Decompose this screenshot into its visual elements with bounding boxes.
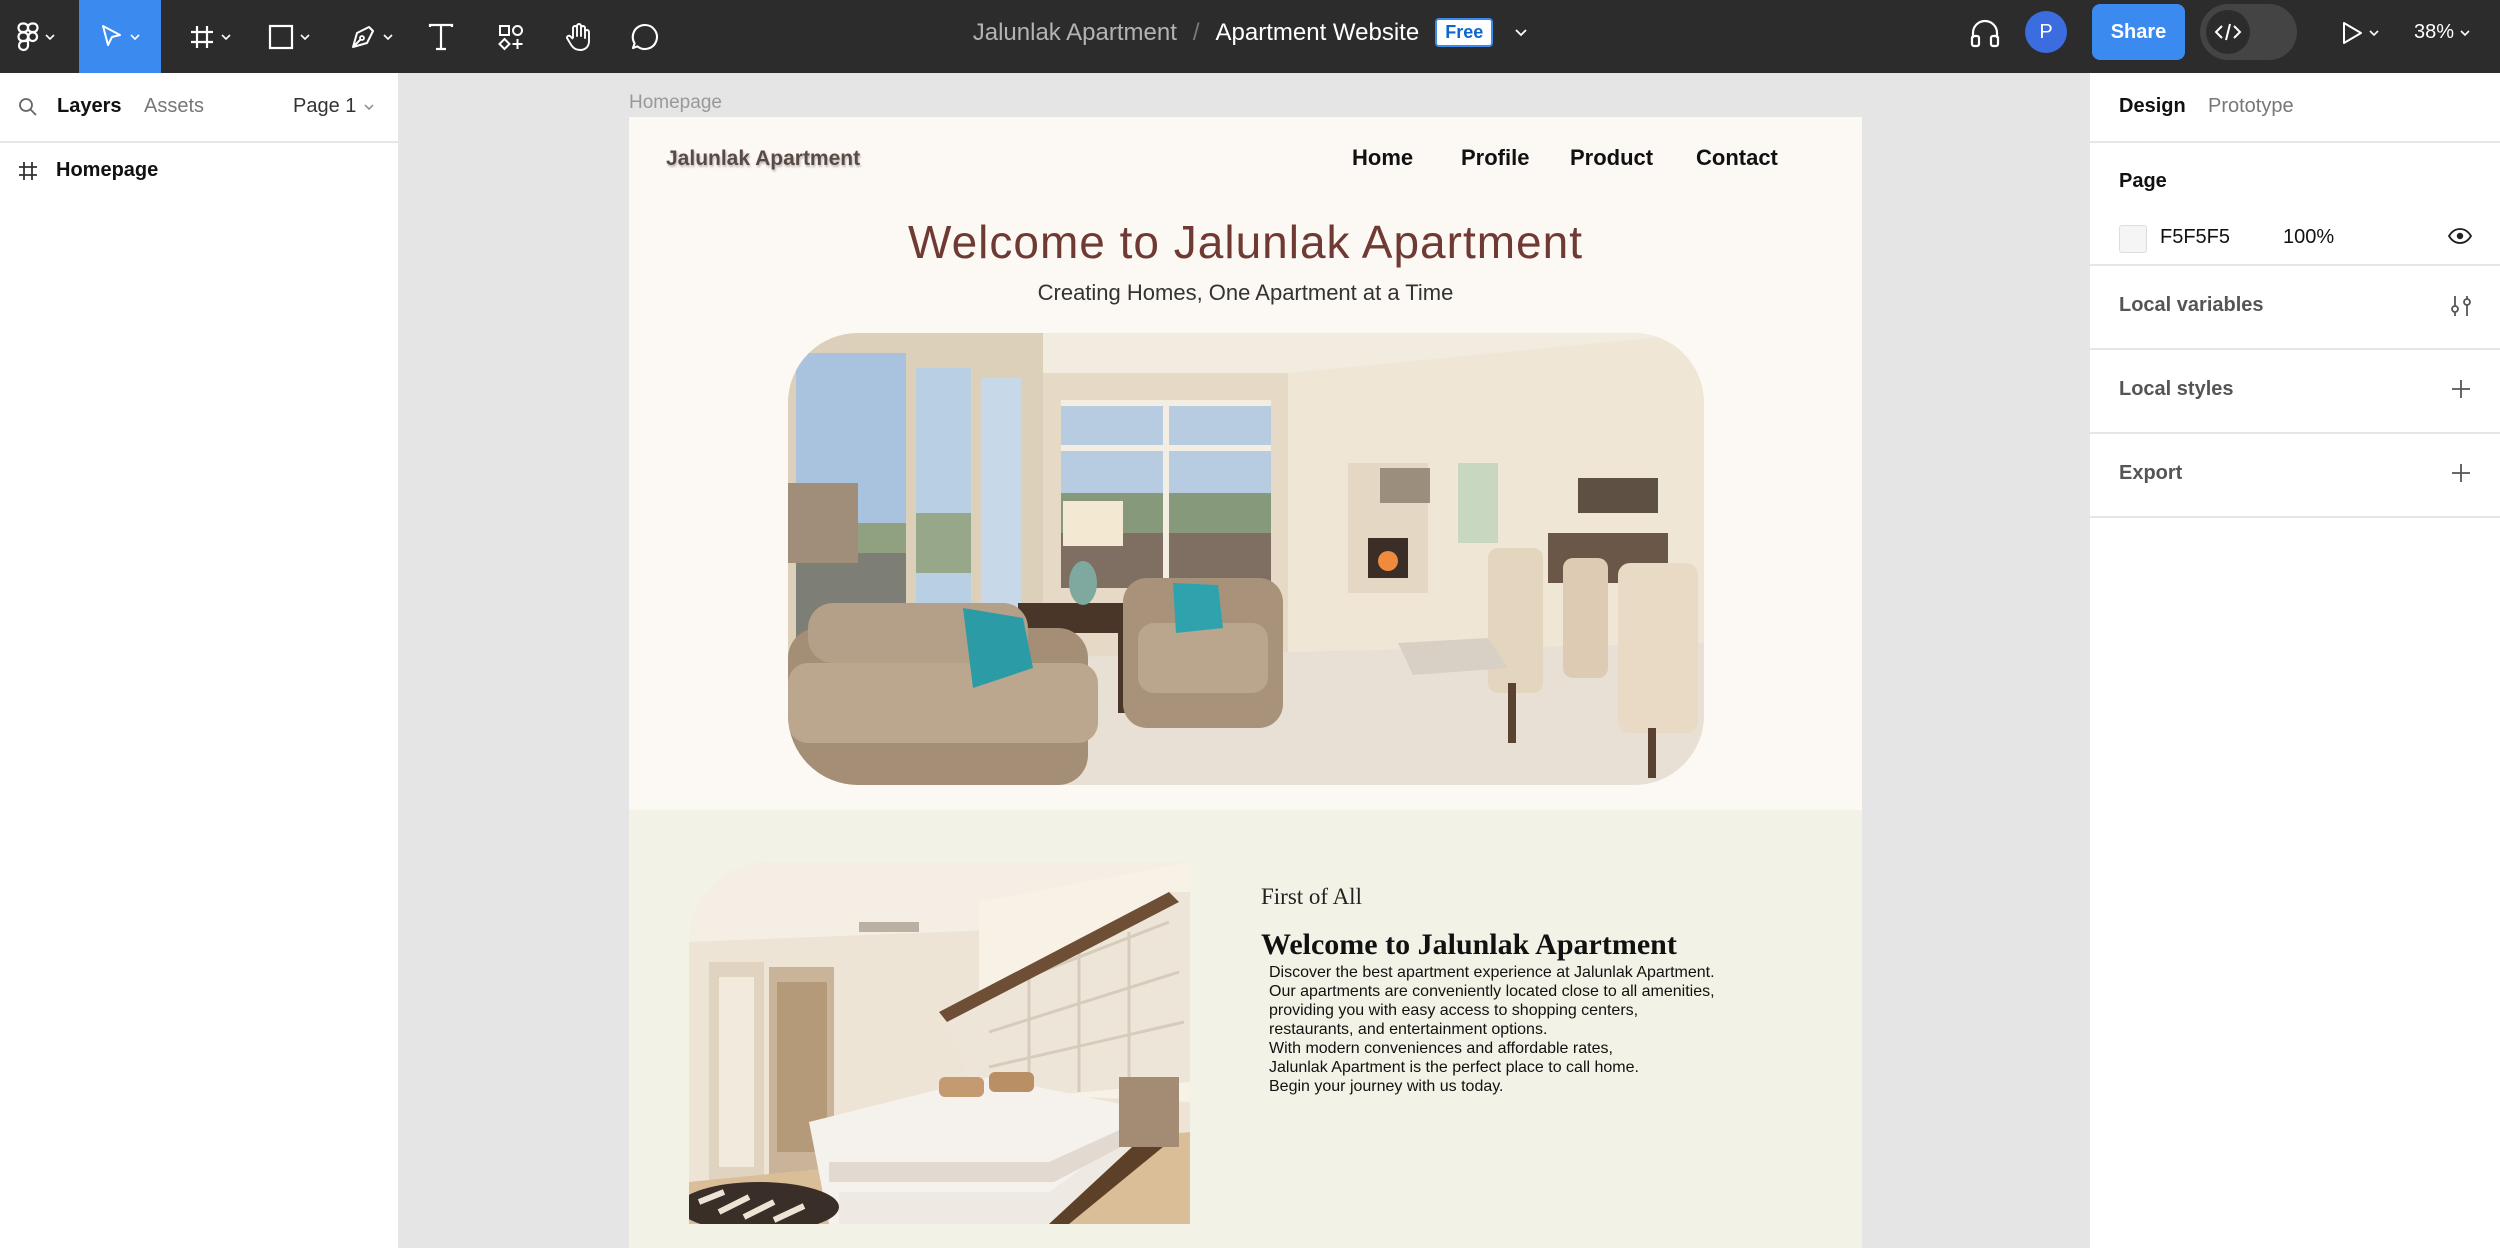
page-section: Page F5F5F5 100% xyxy=(2090,143,2500,266)
rectangle-icon xyxy=(268,24,294,49)
play-icon xyxy=(2343,21,2362,44)
section-title-local-variables: Local variables xyxy=(2119,294,2264,316)
present-button[interactable] xyxy=(2330,0,2390,65)
file-name[interactable]: Apartment Website xyxy=(1216,19,1420,47)
bedroom-illustration xyxy=(689,862,1190,1224)
shape-tool-button[interactable] xyxy=(258,0,320,73)
breadcrumb-separator: / xyxy=(1192,18,1200,46)
chevron-down-icon xyxy=(2460,29,2470,36)
audio-button[interactable] xyxy=(1960,0,2010,65)
section-title-local-styles: Local styles xyxy=(2119,378,2234,400)
plus-icon[interactable] xyxy=(2450,462,2472,484)
move-tool-button[interactable] xyxy=(79,0,161,73)
page-color-swatch[interactable] xyxy=(2119,225,2147,253)
body-line: providing you with easy access to shoppi… xyxy=(1269,1002,1639,1019)
tab-layers[interactable]: Layers xyxy=(57,95,122,118)
comment-icon xyxy=(631,23,658,50)
left-panel-tabs: Layers Assets Page 1 xyxy=(0,73,398,143)
tab-design[interactable]: Design xyxy=(2119,95,2186,118)
page-name: Page 1 xyxy=(293,95,357,117)
body-line: Our apartments are conveniently located … xyxy=(1269,983,1715,1000)
chevron-down-icon xyxy=(2369,29,2379,36)
chevron-down-icon xyxy=(364,103,374,110)
avatar[interactable]: P xyxy=(2025,11,2067,53)
hero-title: Welcome to Jalunlak Apartment xyxy=(907,216,1584,268)
zoom-control[interactable]: 38% xyxy=(2414,0,2470,65)
section-title-export: Export xyxy=(2119,462,2183,484)
text-tool-button[interactable] xyxy=(418,0,464,73)
living-room-illustration xyxy=(788,333,1704,785)
hero-living-room-image xyxy=(788,333,1704,785)
tab-assets[interactable]: Assets xyxy=(144,95,204,118)
local-variables-section[interactable]: Local variables xyxy=(2090,266,2500,350)
right-panel: Design Prototype Page F5F5F5 100% Local … xyxy=(2088,73,2500,1248)
body-line: Jalunlak Apartment is the perfect place … xyxy=(1269,1059,1639,1076)
resources-icon xyxy=(498,24,523,50)
body-line: Discover the best apartment experience a… xyxy=(1269,964,1715,981)
dev-mode-knob xyxy=(2206,10,2250,54)
frame-icon xyxy=(191,25,213,48)
plan-badge[interactable]: Free xyxy=(1435,18,1494,47)
body-line: Begin your journey with us today. xyxy=(1269,1078,1504,1095)
share-button[interactable]: Share xyxy=(2092,4,2185,60)
toolbar: Jalunlak Apartment / Apartment Website F… xyxy=(0,0,2500,73)
page-color-opacity[interactable]: 100% xyxy=(2283,226,2334,249)
project-name[interactable]: Jalunlak Apartment xyxy=(973,19,1177,47)
right-panel-tabs: Design Prototype xyxy=(2090,73,2500,143)
section-kicker: First of All xyxy=(1261,884,1362,909)
pen-tool-button[interactable] xyxy=(340,0,402,73)
hand-icon xyxy=(566,22,590,51)
bedroom-image xyxy=(689,862,1190,1224)
hand-tool-button[interactable] xyxy=(554,0,604,73)
nav-link-home[interactable]: Home xyxy=(1352,145,1413,171)
homepage-frame[interactable]: Jalunlak Apartment Home Profile Product … xyxy=(629,117,1862,1248)
code-icon xyxy=(2214,23,2242,41)
main-menu-button[interactable] xyxy=(0,0,72,73)
resources-button[interactable] xyxy=(486,0,536,73)
frame-icon xyxy=(19,161,37,180)
nav-link-contact[interactable]: Contact xyxy=(1696,145,1778,171)
text-icon xyxy=(428,23,454,50)
variables-icon[interactable] xyxy=(2450,294,2472,318)
headphones-icon xyxy=(1970,19,2000,47)
dev-mode-toggle[interactable] xyxy=(2200,4,2297,60)
section-title: Welcome to Jalunlak Apartment xyxy=(1261,928,1677,961)
frame-tool-button[interactable] xyxy=(175,0,245,73)
chevron-down-icon xyxy=(221,33,231,40)
pen-icon xyxy=(352,25,374,48)
comment-tool-button[interactable] xyxy=(620,0,670,73)
left-panel: Layers Assets Page 1 Homepage xyxy=(0,73,400,1248)
plus-icon[interactable] xyxy=(2450,378,2472,400)
chevron-down-icon xyxy=(300,33,310,40)
section-title-page: Page xyxy=(2119,170,2167,192)
export-section[interactable]: Export xyxy=(2090,434,2500,518)
search-icon[interactable] xyxy=(18,97,38,117)
hero-subtitle: Creating Homes, One Apartment at a Time xyxy=(1037,280,1454,305)
body-line: With modern conveniences and affordable … xyxy=(1269,1040,1613,1057)
zoom-level: 38% xyxy=(2414,21,2455,43)
section-body: Discover the best apartment experience a… xyxy=(1269,963,1809,1096)
local-styles-section[interactable]: Local styles xyxy=(2090,350,2500,434)
chevron-down-icon xyxy=(130,33,140,40)
about-section: First of All Welcome to Jalunlak Apartme… xyxy=(629,810,1862,1248)
figma-logo-icon xyxy=(17,21,39,51)
site-navbar: Jalunlak Apartment Home Profile Product … xyxy=(629,117,1862,207)
page-color-hex[interactable]: F5F5F5 xyxy=(2160,226,2230,249)
site-brand: Jalunlak Apartment xyxy=(666,147,861,170)
chevron-down-icon xyxy=(45,33,55,40)
layer-name: Homepage xyxy=(56,159,159,181)
frame-label[interactable]: Homepage xyxy=(629,92,722,114)
cursor-icon xyxy=(102,24,121,46)
layer-row-homepage[interactable]: Homepage xyxy=(18,159,158,182)
chevron-down-icon[interactable] xyxy=(1515,28,1527,37)
chevron-down-icon xyxy=(383,33,393,40)
body-line: restaurants, and entertainment options. xyxy=(1269,1021,1548,1038)
nav-link-profile[interactable]: Profile xyxy=(1461,145,1529,171)
page-selector[interactable]: Page 1 xyxy=(293,95,374,118)
tab-prototype[interactable]: Prototype xyxy=(2208,95,2294,118)
eye-icon[interactable] xyxy=(2448,228,2472,244)
nav-link-product[interactable]: Product xyxy=(1570,145,1653,171)
